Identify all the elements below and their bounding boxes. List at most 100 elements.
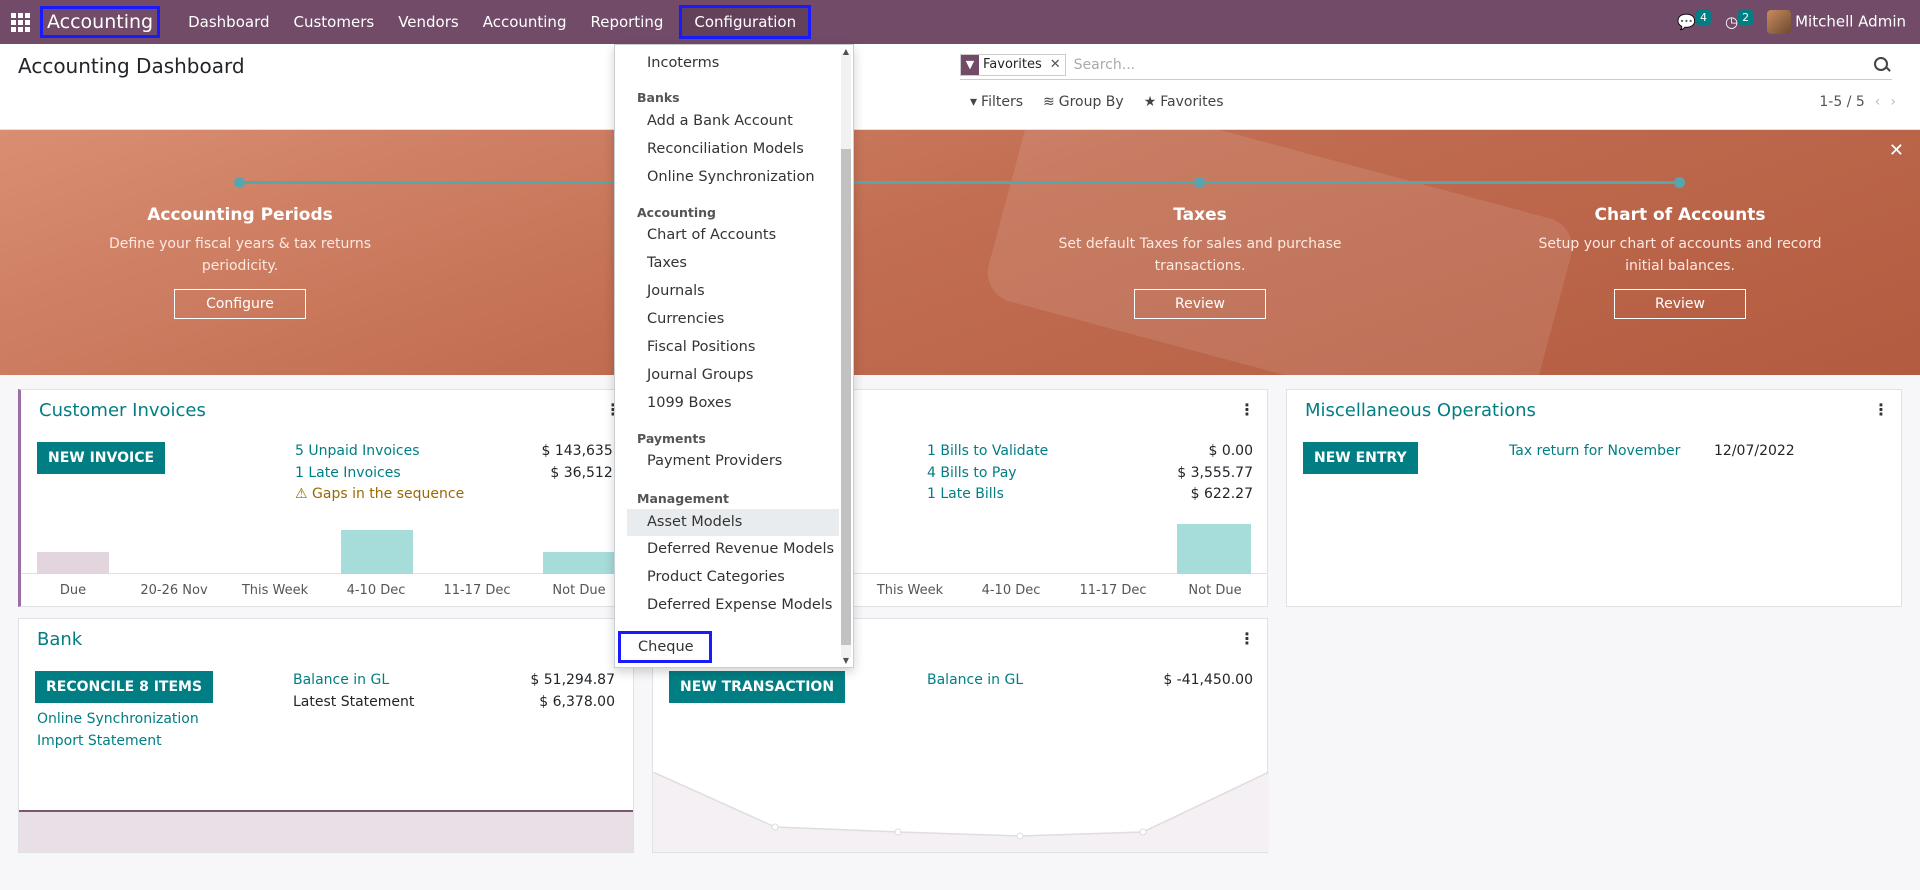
menu-item-journals[interactable]: Journals	[647, 283, 705, 299]
step-taxes: Taxes Set default Taxes for sales and pu…	[1035, 205, 1365, 319]
activities-badge: 2	[1738, 10, 1754, 25]
warning-label: Gaps in the sequence	[312, 486, 465, 502]
menu-item-online-sync[interactable]: Online Synchronization	[647, 169, 815, 185]
search-input[interactable]: Search...	[1074, 57, 1872, 73]
online-sync-link[interactable]: Online Synchronization	[37, 711, 199, 727]
step-description: Define your fiscal years & tax returns p…	[75, 233, 405, 277]
chart-bar	[341, 530, 413, 574]
step-chart-of-accounts: Chart of Accounts Setup your chart of ac…	[1515, 205, 1845, 319]
activities-indicator[interactable]: ◷ 2	[1725, 10, 1754, 31]
scroll-up-icon[interactable]: ▲	[843, 47, 849, 56]
import-statement-link[interactable]: Import Statement	[37, 733, 162, 749]
user-name: Mitchell Admin	[1795, 12, 1906, 31]
search-icon[interactable]	[1872, 55, 1892, 75]
bills-to-pay-link[interactable]: 4 Bills to Pay	[927, 465, 1017, 481]
menu-item-payment-providers[interactable]: Payment Providers	[647, 453, 782, 469]
menu-item-cheque[interactable]: Cheque	[618, 631, 712, 663]
latest-statement-label: Latest Statement	[293, 694, 415, 710]
dropdown-scroll-thumb[interactable]	[841, 149, 851, 645]
list-item: 1 Late Bills $ 622.27	[927, 486, 1253, 502]
list-item: 5 Unpaid Invoices $ 143,635.00	[295, 443, 635, 459]
pager-next-icon[interactable]: ›	[1890, 94, 1896, 110]
bills-to-validate-link[interactable]: 1 Bills to Validate	[927, 443, 1048, 459]
gaps-warning[interactable]: ⚠ Gaps in the sequence	[295, 486, 464, 502]
group-by-label: Group By	[1058, 94, 1124, 110]
list-item: Balance in GL $ 51,294.87	[293, 672, 615, 688]
new-entry-button[interactable]: NEW ENTRY	[1303, 442, 1418, 474]
balance-gl-link[interactable]: Balance in GL	[293, 672, 389, 688]
new-transaction-button[interactable]: NEW TRANSACTION	[669, 671, 846, 703]
kebab-menu-icon[interactable]: ⋮	[1239, 629, 1255, 648]
tax-return-date: 12/07/2022	[1714, 443, 1795, 459]
search-bar[interactable]: ▼ Favorites ✕ Search...	[960, 50, 1892, 80]
review-taxes-button[interactable]: Review	[1134, 289, 1266, 319]
kebab-menu-icon[interactable]: ⋮	[1239, 400, 1255, 419]
nav-accounting[interactable]: Accounting	[471, 0, 579, 44]
cash-balance-gl-link[interactable]: Balance in GL	[927, 672, 1023, 688]
list-item: 1 Late Invoices $ 36,512.50	[295, 465, 635, 481]
reconcile-button[interactable]: RECONCILE 8 ITEMS	[35, 671, 214, 703]
menu-item-fiscal-positions[interactable]: Fiscal Positions	[647, 339, 755, 355]
messages-indicator[interactable]: 💬 4	[1677, 10, 1712, 31]
review-coa-button[interactable]: Review	[1614, 289, 1746, 319]
unpaid-invoices-link[interactable]: 5 Unpaid Invoices	[295, 443, 420, 459]
late-bills-link[interactable]: 1 Late Bills	[927, 486, 1004, 502]
step-desc-line: periodicity.	[201, 258, 279, 274]
menu-item-asset-models[interactable]: Asset Models	[627, 509, 839, 536]
filter-icon: ▼	[961, 54, 979, 75]
pager-prev-icon[interactable]: ‹	[1875, 94, 1881, 110]
nav-customers[interactable]: Customers	[282, 0, 387, 44]
nav-vendors[interactable]: Vendors	[386, 0, 471, 44]
kebab-menu-icon[interactable]: ⋮	[1873, 400, 1889, 419]
nav-configuration[interactable]: Configuration	[679, 5, 812, 39]
balance-graph	[653, 772, 1269, 852]
favorites-label: Favorites	[1160, 94, 1224, 110]
step-description: Set default Taxes for sales and purchase…	[1035, 233, 1365, 277]
menu-item-1099-boxes[interactable]: 1099 Boxes	[647, 395, 732, 411]
user-menu[interactable]: Mitchell Admin	[1767, 10, 1906, 34]
configure-button[interactable]: Configure	[174, 289, 306, 319]
axis-label: This Week	[241, 583, 309, 598]
menu-item-deferred-revenue-models[interactable]: Deferred Revenue Models	[647, 541, 834, 557]
card-title[interactable]: Customer Invoices	[39, 400, 206, 421]
menu-item-currencies[interactable]: Currencies	[647, 311, 724, 327]
chart-bar	[1177, 524, 1251, 574]
bills-to-pay-value: $ 3,555.77	[1177, 465, 1253, 481]
layers-icon: ≋	[1043, 94, 1055, 110]
pager-value[interactable]: 1-5 / 5	[1819, 94, 1864, 110]
cash-balance-gl-value: $ -41,450.00	[1163, 672, 1253, 688]
late-invoices-link[interactable]: 1 Late Invoices	[295, 465, 401, 481]
nav-dashboard[interactable]: Dashboard	[176, 0, 281, 44]
filters-button[interactable]: ▾ Filters	[970, 94, 1023, 110]
card-title[interactable]: Miscellaneous Operations	[1305, 400, 1536, 421]
pager: 1-5 / 5 ‹ ›	[1819, 94, 1896, 110]
favorites-button[interactable]: ★ Favorites	[1144, 94, 1224, 110]
menu-item-taxes[interactable]: Taxes	[647, 255, 687, 271]
nav-reporting[interactable]: Reporting	[578, 0, 675, 44]
step-dot	[1194, 177, 1205, 188]
axis-label: 20-26 Nov	[140, 583, 208, 598]
step-desc-line: Define your fiscal years & tax returns	[108, 236, 372, 252]
axis-label: Not Due	[1188, 583, 1242, 598]
tax-return-link[interactable]: Tax return for November	[1509, 443, 1680, 459]
scroll-down-icon[interactable]: ▼	[843, 656, 849, 665]
menu-item-incoterms[interactable]: Incoterms	[647, 55, 719, 71]
funnel-icon: ▾	[970, 94, 978, 110]
close-icon[interactable]: ✕	[1889, 140, 1904, 161]
onboarding-banner: ✕ Accounting Periods Define your fiscal …	[0, 130, 1920, 375]
menu-item-product-categories[interactable]: Product Categories	[647, 569, 785, 585]
menu-item-journal-groups[interactable]: Journal Groups	[647, 367, 753, 383]
menu-item-deferred-expense-models[interactable]: Deferred Expense Models	[647, 597, 832, 613]
card-title[interactable]: Bank	[37, 629, 82, 650]
list-item: Latest Statement $ 6,378.00	[293, 694, 615, 710]
group-by-button[interactable]: ≋ Group By	[1043, 94, 1124, 110]
balance-gl-value: $ 51,294.87	[530, 672, 615, 688]
apps-menu-icon[interactable]	[0, 0, 40, 44]
facet-close-icon[interactable]: ✕	[1046, 57, 1065, 72]
menu-item-add-bank-account[interactable]: Add a Bank Account	[647, 113, 793, 129]
control-panel: Accounting Dashboard ▼ Favorites ✕ Searc…	[0, 44, 1920, 130]
app-brand[interactable]: Accounting	[40, 6, 161, 38]
new-invoice-button[interactable]: NEW INVOICE	[37, 442, 166, 474]
menu-item-chart-of-accounts[interactable]: Chart of Accounts	[647, 227, 776, 243]
menu-item-reconciliation-models[interactable]: Reconciliation Models	[647, 141, 804, 157]
